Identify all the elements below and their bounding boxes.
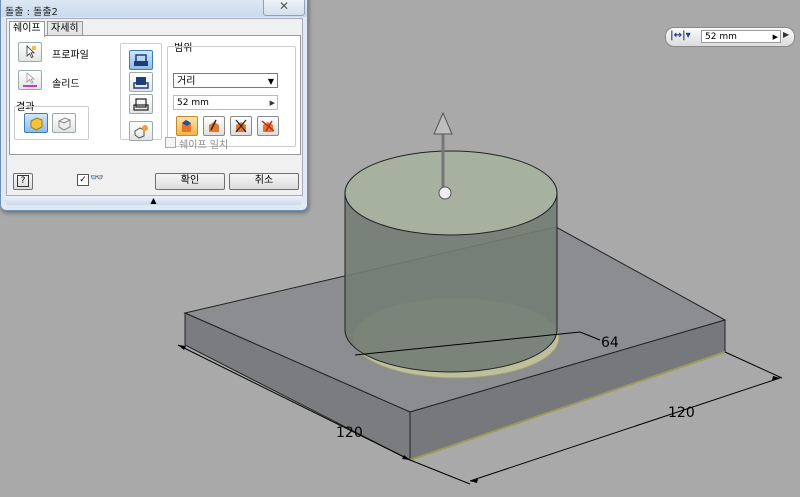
intersect-icon [133,98,149,111]
chevron-up-icon: ▲ [150,196,157,205]
direction-default-button[interactable] [176,116,198,136]
direction-asymmetric-button[interactable] [257,116,279,136]
direction-asymmetric-icon [261,120,275,132]
minitoolbar-distance-value: 52 mm [705,32,737,42]
distance-value: 52 mm [177,98,209,108]
cursor-select-icon [26,45,36,59]
extents-type-dropdown[interactable]: 거리 ▼ [173,73,278,88]
cursor-solid-icon [23,72,37,87]
close-icon: ✕ [278,0,290,13]
depth-value: 120 [668,405,695,421]
profile-select-button[interactable] [18,42,42,62]
operation-group [120,43,162,141]
cut-button[interactable] [129,72,153,92]
tab-more[interactable]: 자세히 [47,21,83,36]
solid-label: 솔리드 [52,79,80,90]
glasses-icon: 👓 [90,171,104,184]
solid-select-button[interactable] [18,70,42,90]
close-button[interactable]: ✕ [263,0,305,16]
extrusion-preview-cylinder[interactable] [344,150,560,379]
distance-input[interactable]: 52 mm ▶ [173,95,278,110]
extents-type-value: 거리 [177,76,196,87]
dialog-titlebar[interactable]: 돌출 : 돌출2 ✕ [1,0,307,18]
new-solid-icon [134,125,148,139]
diameter-value: 64 [601,335,619,351]
shape-tab-panel: 프로파일 솔리드 결과 범위 거리 ▼ 52 mm ▶ [9,35,301,155]
result-group [14,106,89,140]
width-value: 120 [336,425,363,441]
distance-arrow-icon[interactable]: ▶ [270,96,275,111]
intersect-button[interactable] [129,94,153,114]
preview-checkbox[interactable]: ✓ [77,174,89,186]
result-solid-button[interactable] [24,113,48,133]
dialog-client: 쉐이프 자세히 프로파일 솔리드 결과 범위 거리 ▼ 52 mm ▶ 쉐이프 … [6,18,303,196]
new-solid-button[interactable] [129,121,153,141]
ok-button[interactable]: 확인 [155,173,225,190]
extrude-dialog[interactable]: 돌출 : 돌출2 ✕ 쉐이프 자세히 프로파일 솔리드 결과 범위 거리 ▼ 5… [0,0,308,211]
dialog-title: 돌출 : 돌출2 [5,7,58,18]
surface-body-icon [58,117,71,131]
match-shape-label: 쉐이프 일치 [179,140,229,151]
direction-symmetric-icon [235,119,247,133]
help-button[interactable]: ? [13,173,33,190]
distance-mode-icon[interactable]: |↔|▾ [670,30,691,41]
minitoolbar-distance-input[interactable]: 52 mm ▶ [701,30,781,43]
profile-label: 프로파일 [52,50,89,61]
join-icon [134,54,148,66]
match-shape-checkbox[interactable] [165,137,176,148]
cut-icon [133,77,149,89]
direction-flipped-icon [209,119,219,132]
direction-flipped-button[interactable] [203,116,225,136]
distance-mini-toolbar[interactable]: |↔|▾ 52 mm ▶ ▶ [665,27,795,47]
arrow-base-ball [438,186,452,200]
tab-shape[interactable]: 쉐이프 [9,21,45,37]
cancel-button[interactable]: 취소 [229,173,299,190]
join-button[interactable] [129,50,153,70]
result-surface-button[interactable] [52,113,76,133]
direction-default-icon [182,120,191,132]
chevron-down-icon: ▼ [267,77,274,86]
minitoolbar-arrow-icon[interactable]: ▶ [773,31,778,44]
solid-body-icon [30,117,43,131]
help-icon: ? [17,175,29,187]
minitoolbar-options-icon[interactable]: ▶ [783,30,789,39]
dialog-expander[interactable]: ▲ [6,196,301,205]
direction-symmetric-button[interactable] [230,116,252,136]
